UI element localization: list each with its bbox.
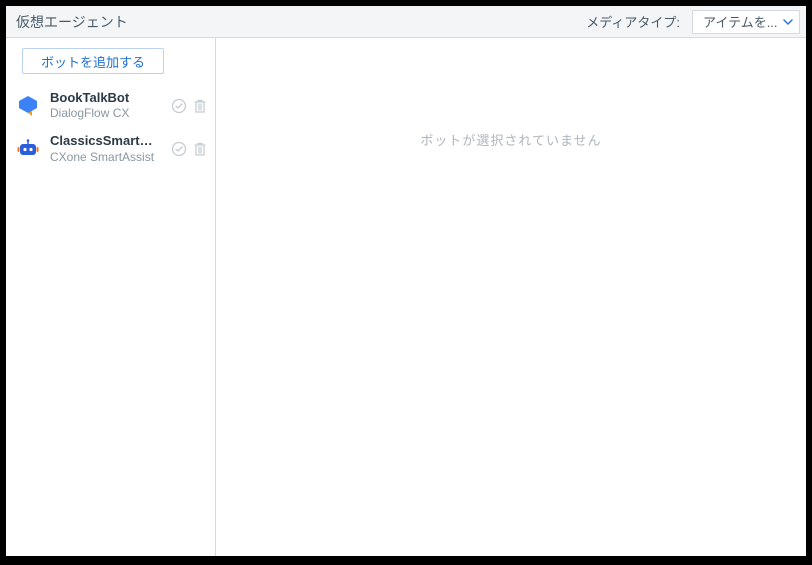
page-title: 仮想エージェント <box>16 12 578 32</box>
media-type-dropdown[interactable]: アイテムを... <box>692 10 800 34</box>
app-window: 仮想エージェント メディアタイプ: アイテムを... ボットを追加する <box>3 3 809 559</box>
sidebar: ボットを追加する BookTalkBot DialogFlow CX <box>6 38 216 556</box>
add-button-row: ボットを追加する <box>6 38 215 84</box>
list-item-subtitle: CXone SmartAssist <box>50 150 161 165</box>
smartassist-icon <box>16 137 40 161</box>
row-actions <box>171 141 207 157</box>
list-item-text: BookTalkBot DialogFlow CX <box>50 90 161 121</box>
add-bot-button[interactable]: ボットを追加する <box>22 48 164 74</box>
check-icon[interactable] <box>171 98 187 114</box>
list-item-subtitle: DialogFlow CX <box>50 106 161 121</box>
top-bar: 仮想エージェント メディアタイプ: アイテムを... <box>6 6 806 38</box>
bot-list: BookTalkBot DialogFlow CX <box>6 84 215 171</box>
check-icon[interactable] <box>171 141 187 157</box>
dropdown-selected-text: アイテムを... <box>703 12 778 31</box>
list-item-title: ClassicsSmartSupport <box>50 133 161 149</box>
main-panel: ボットが選択されていません <box>216 38 806 556</box>
empty-state-message: ボットが選択されていません <box>420 130 601 149</box>
body: ボットを追加する BookTalkBot DialogFlow CX <box>6 38 806 556</box>
list-item-title: BookTalkBot <box>50 90 161 106</box>
media-type-label: メディアタイプ: <box>586 12 680 31</box>
list-item[interactable]: BookTalkBot DialogFlow CX <box>6 84 215 127</box>
trash-icon[interactable] <box>193 141 207 157</box>
trash-icon[interactable] <box>193 98 207 114</box>
row-actions <box>171 98 207 114</box>
list-item-text: ClassicsSmartSupport CXone SmartAssist <box>50 133 161 164</box>
list-item[interactable]: ClassicsSmartSupport CXone SmartAssist <box>6 127 215 170</box>
dialogflow-icon <box>16 94 40 118</box>
chevron-down-icon <box>783 19 793 25</box>
